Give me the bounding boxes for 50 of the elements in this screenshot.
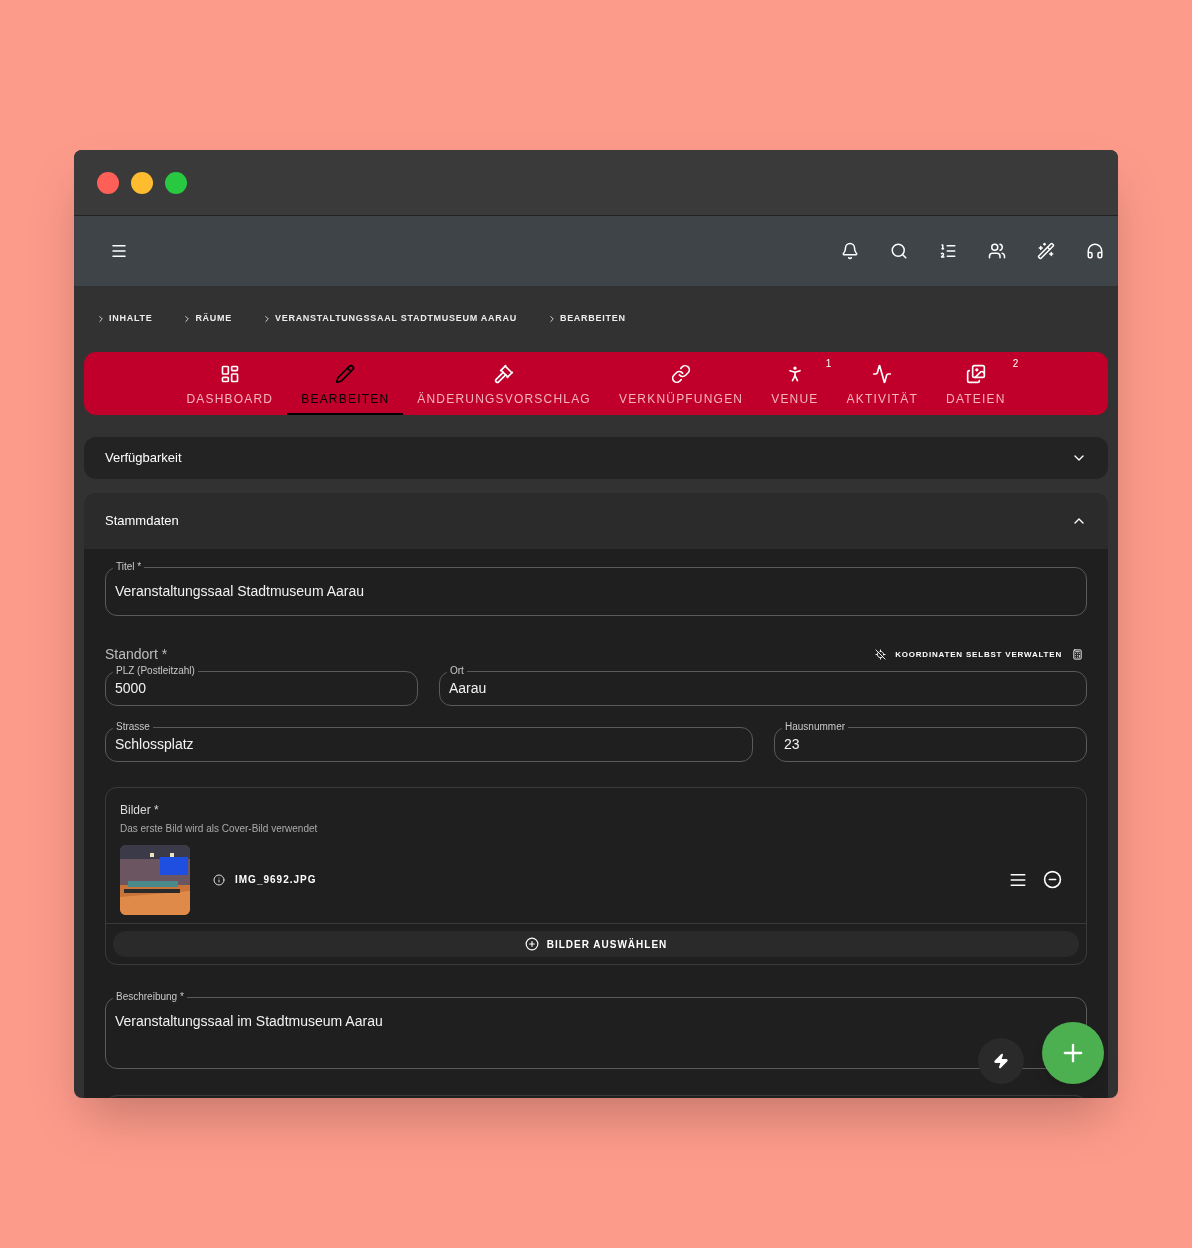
hint-text: Das erste Bild wird als Cover-Bild verwendet [119, 822, 319, 836]
breadcrumb-link[interactable]: VERANSTALTUNGSSAAL STADTMUSEUM AARAU [262, 312, 517, 326]
count-label: 2 [1012, 357, 1020, 371]
chevron-right-icon [262, 314, 272, 324]
coordinates-button[interactable]: KOORDINATEN SELBST VERWALTEN [875, 648, 1062, 661]
field-value: Aarau [449, 679, 487, 698]
tab[interactable]: DATEIEN 2 [932, 352, 1020, 415]
breadcrumb-link[interactable]: RÄUME [182, 312, 232, 326]
magic-wand-icon[interactable] [1037, 242, 1055, 260]
tab[interactable]: ÄNDERUNGSVORSCHLAG [403, 352, 605, 415]
tab[interactable]: DASHBOARD [172, 352, 288, 415]
field-label: Bilder * [119, 802, 160, 819]
pulse-icon [872, 363, 893, 384]
breadcrumb-link[interactable]: BEARBEITEN [546, 312, 626, 326]
headset-icon[interactable] [1086, 242, 1104, 260]
field-value: 23 [784, 735, 800, 754]
field-label: Beschreibung * [113, 990, 187, 1004]
field-value: Veranstaltungssaal Stadtmuseum Aarau [115, 582, 365, 601]
tab[interactable]: AKTIVITÄT [832, 352, 933, 415]
field-value: 5000 [115, 679, 147, 698]
people-icon[interactable] [988, 242, 1006, 260]
tab[interactable]: VENUE 1 [757, 352, 833, 415]
lightning-icon [993, 1053, 1009, 1069]
chevron-right-icon [96, 314, 106, 324]
search-icon[interactable] [890, 242, 908, 260]
tab[interactable]: VERKNÜPFUNGEN [604, 352, 758, 415]
field-value: Schlossplatz [115, 735, 194, 754]
section-heading: Standort * [105, 645, 168, 664]
add-circle-icon [524, 937, 539, 951]
accordion-header[interactable]: Stammdaten [84, 493, 1108, 549]
field-label: PLZ (Postleitzahl) [113, 664, 198, 678]
pencil-icon [335, 363, 356, 384]
calculator-icon[interactable] [1072, 649, 1083, 660]
count-label: 1 [825, 357, 833, 371]
bell-icon[interactable] [841, 242, 859, 260]
info-icon[interactable] [213, 873, 225, 886]
gavel-icon [494, 363, 515, 384]
menu-icon[interactable] [110, 242, 128, 260]
file-name: IMG_9692.JPG [235, 873, 317, 887]
accordion-header[interactable]: Verfügbarkeit [84, 437, 1108, 479]
images-icon [965, 363, 986, 384]
location-off-icon [875, 649, 887, 660]
breadcrumb-link[interactable]: INHALTE [96, 312, 153, 326]
dashboard-icon [219, 363, 240, 384]
remove-icon[interactable] [1043, 870, 1062, 889]
select-images-button[interactable]: BILDER AUSWÄHLEN [113, 931, 1079, 957]
lightning-button[interactable] [978, 1038, 1024, 1084]
field-value: Veranstaltungssaal im Stadtmuseum Aarau [115, 1013, 383, 1029]
link-icon [671, 363, 692, 384]
numbered-list-icon[interactable] [939, 242, 957, 260]
